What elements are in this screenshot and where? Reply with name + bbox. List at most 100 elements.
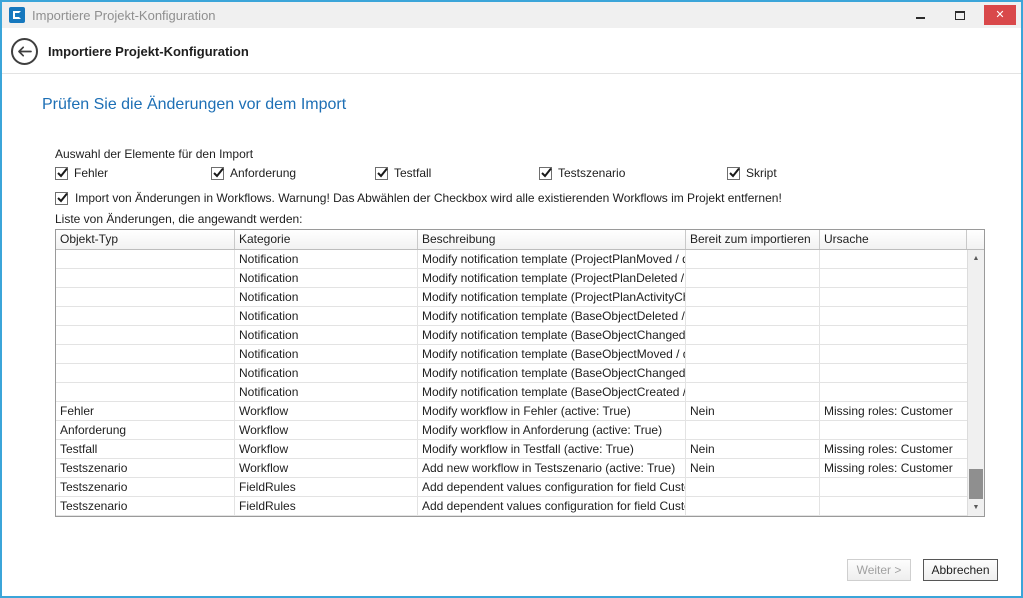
table-row[interactable]: TestszenarioFieldRulesAdd dependent valu… [56,497,967,516]
table-cell: Notification [235,326,418,344]
page-header: Importiere Projekt-Konfiguration [2,30,1021,74]
maximize-button[interactable] [944,5,976,25]
table-cell: Testszenario [56,497,235,515]
workflow-checkbox[interactable]: Import von Änderungen in Workflows. Warn… [55,191,782,205]
table-cell [820,345,967,363]
column-header-beschreibung[interactable]: Beschreibung [418,230,686,249]
table-cell: Workflow [235,402,418,420]
back-button[interactable] [11,38,38,65]
table-row[interactable]: AnforderungWorkflowModify workflow in An… [56,421,967,440]
table-cell: Notification [235,307,418,325]
table-row[interactable]: TestszenarioFieldRulesAdd dependent valu… [56,478,967,497]
app-icon [9,7,25,23]
close-icon: ✕ [995,10,1004,21]
table-row[interactable]: FehlerWorkflowModify workflow in Fehler … [56,402,967,421]
scrollbar-thumb[interactable] [969,469,983,499]
table-row[interactable]: NotificationModify notification template… [56,250,967,269]
table-cell [56,307,235,325]
table-cell: Modify workflow in Testfall (active: Tru… [418,440,686,458]
table-header: Objekt-Typ Kategorie Beschreibung Bereit… [56,230,984,250]
checkbox-fehler[interactable]: Fehler [55,166,211,180]
scroll-down-button[interactable]: ▼ [968,499,984,516]
scroll-up-button[interactable]: ▲ [968,250,984,267]
checkbox-icon[interactable] [55,167,68,180]
table-cell: Workflow [235,459,418,477]
checkbox-label: Testfall [394,166,431,180]
table-cell: Nein [686,459,820,477]
vertical-scrollbar[interactable]: ▲ ▼ [967,250,984,516]
table-cell: Notification [235,364,418,382]
table-cell: Workflow [235,421,418,439]
table-cell: Add dependent values configuration for f… [418,497,686,515]
checkbox-icon[interactable] [727,167,740,180]
table-row[interactable]: TestszenarioWorkflowAdd new workflow in … [56,459,967,478]
maximize-icon [955,11,965,20]
table-cell: Modify notification template (ProjectPla… [418,250,686,268]
column-header-objekt-typ[interactable]: Objekt-Typ [56,230,235,249]
checkbox-testszenario[interactable]: Testszenario [539,166,727,180]
table-cell: Notification [235,383,418,401]
table-cell [820,497,967,515]
table-cell: Modify workflow in Anforderung (active: … [418,421,686,439]
window-controls: ✕ [904,5,1021,25]
checkbox-icon[interactable] [539,167,552,180]
table-cell: Missing roles: Customer [820,402,967,420]
table-cell [686,364,820,382]
table-cell: Testfall [56,440,235,458]
table-cell [686,478,820,496]
table-row[interactable]: TestfallWorkflowModify workflow in Testf… [56,440,967,459]
table-cell [686,326,820,344]
column-header-bereit[interactable]: Bereit zum importieren [686,230,820,249]
table-cell: FieldRules [235,497,418,515]
header-title: Importiere Projekt-Konfiguration [48,44,249,59]
table-cell [56,269,235,287]
table-body: NotificationModify notification template… [56,250,984,516]
table-cell: Notification [235,269,418,287]
checkbox-icon[interactable] [55,192,68,205]
minimize-button[interactable] [904,5,936,25]
table-cell: Nein [686,440,820,458]
table-cell [686,497,820,515]
type-checkbox-row: Fehler Anforderung Testfall Testszenario… [55,166,777,180]
checkbox-anforderung[interactable]: Anforderung [211,166,375,180]
table-cell [820,421,967,439]
checkbox-icon[interactable] [211,167,224,180]
close-button[interactable]: ✕ [984,5,1016,25]
table-cell: Notification [235,288,418,306]
table-cell: Workflow [235,440,418,458]
column-header-kategorie[interactable]: Kategorie [235,230,418,249]
table-cell [686,288,820,306]
table-cell: Add new workflow in Testszenario (active… [418,459,686,477]
table-cell [820,250,967,268]
table-cell [686,250,820,268]
table-cell [820,478,967,496]
table-rows: NotificationModify notification template… [56,250,967,516]
column-header-ursache[interactable]: Ursache [820,230,967,249]
table-row[interactable]: NotificationModify notification template… [56,307,967,326]
checkbox-icon[interactable] [375,167,388,180]
checkbox-testfall[interactable]: Testfall [375,166,539,180]
scroll-down-icon: ▼ [973,504,980,511]
table-row[interactable]: NotificationModify notification template… [56,288,967,307]
next-button[interactable]: Weiter > [847,559,911,581]
table-cell [56,383,235,401]
table-cell [686,269,820,287]
cancel-button[interactable]: Abbrechen [923,559,998,581]
table-cell: Missing roles: Customer [820,459,967,477]
table-row[interactable]: NotificationModify notification template… [56,364,967,383]
table-label: Liste von Änderungen, die angewandt werd… [55,212,303,226]
table-row[interactable]: NotificationModify notification template… [56,269,967,288]
table-cell: Modify notification template (BaseObject… [418,364,686,382]
table-cell [820,383,967,401]
table-row[interactable]: NotificationModify notification template… [56,345,967,364]
import-configuration-window: Importiere Projekt-Konfiguration ✕ Impor… [0,0,1023,598]
selection-label: Auswahl der Elemente für den Import [55,147,253,161]
table-row[interactable]: NotificationModify notification template… [56,326,967,345]
back-arrow-icon [17,46,32,57]
table-cell [56,326,235,344]
table-row[interactable]: NotificationModify notification template… [56,383,967,402]
table-cell [56,345,235,363]
table-cell [686,383,820,401]
table-cell: Notification [235,345,418,363]
checkbox-skript[interactable]: Skript [727,166,777,180]
